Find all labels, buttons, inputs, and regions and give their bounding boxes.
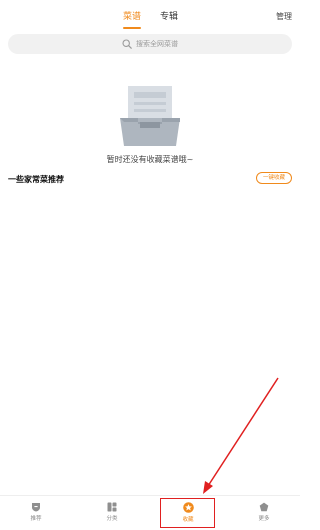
tab-albums-label: 专辑: [160, 12, 179, 22]
nav-more-label: 更多: [258, 516, 270, 522]
tab-recipes[interactable]: 菜谱: [123, 10, 142, 29]
grid-icon: [107, 502, 117, 512]
search-icon: [122, 39, 132, 49]
nav-category[interactable]: 分类: [92, 502, 132, 528]
more-icon: [259, 502, 269, 512]
empty-state-message: 暂时还没有收藏菜谱哦~: [106, 155, 194, 164]
bottom-nav: 推荐 分类 收藏 更多: [0, 495, 300, 530]
annotation-arrow: [203, 377, 279, 494]
nav-more[interactable]: 更多: [244, 502, 284, 528]
search-bar[interactable]: 搜索全网菜谱: [8, 34, 292, 54]
highlight-box: [160, 498, 215, 528]
collect-all-button[interactable]: 一键收藏: [256, 172, 292, 184]
tab-active-indicator: [123, 27, 142, 29]
top-bar: 菜谱 专辑 管理: [0, 0, 300, 32]
tab-albums[interactable]: 专辑: [160, 10, 178, 24]
nav-recommend[interactable]: 推荐: [16, 502, 56, 528]
tab-recipes-label: 菜谱: [123, 12, 142, 22]
recommend-title: 一些家常菜推荐: [8, 175, 64, 184]
home-shield-icon: [32, 503, 40, 512]
empty-inbox-icon: [120, 86, 180, 146]
manage-button[interactable]: 管理: [276, 10, 292, 24]
search-placeholder: 搜索全网菜谱: [136, 40, 178, 48]
nav-category-label: 分类: [106, 516, 118, 522]
nav-recommend-label: 推荐: [30, 516, 42, 522]
